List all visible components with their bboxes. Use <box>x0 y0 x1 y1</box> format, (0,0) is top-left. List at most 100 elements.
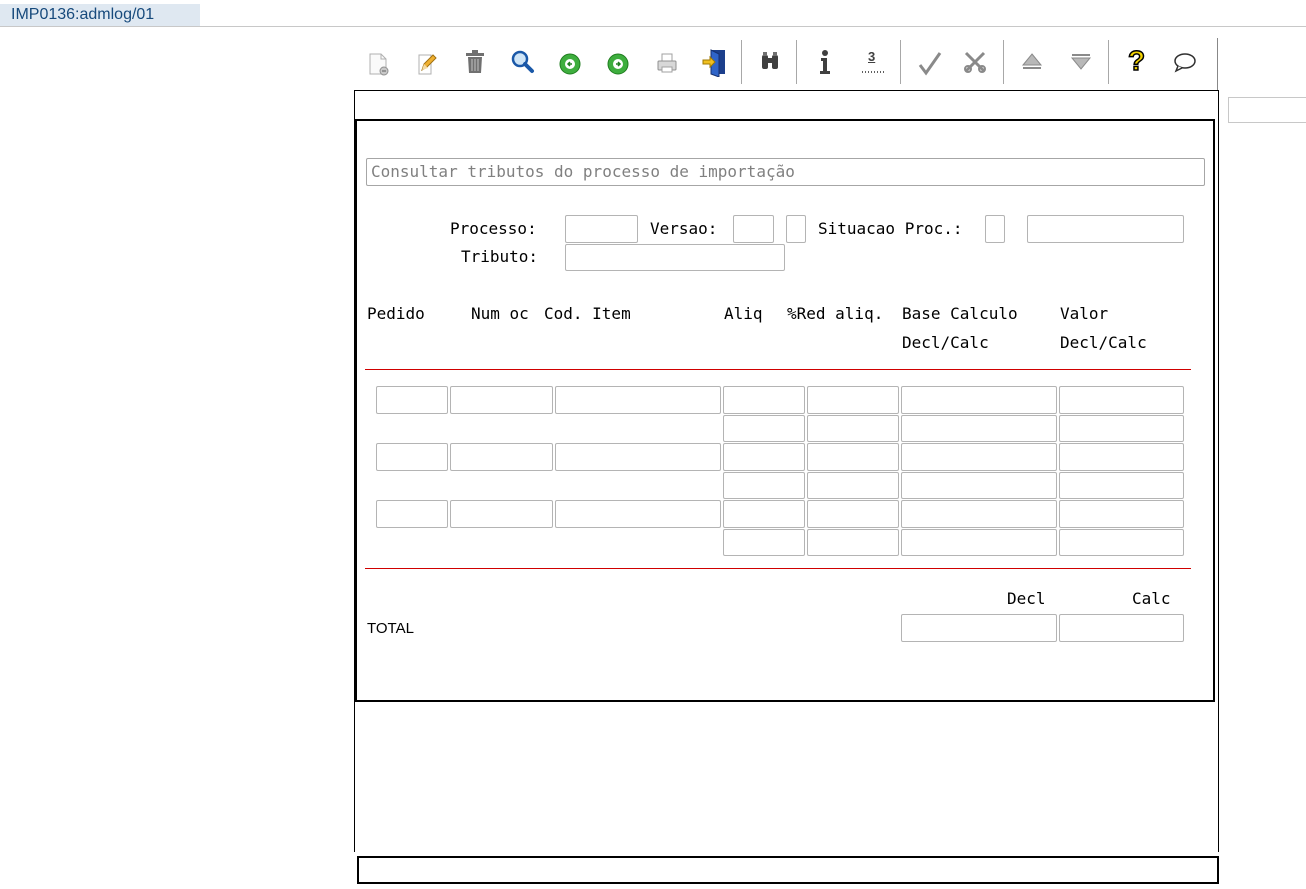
red-aliq-calc-cell[interactable] <box>807 415 899 442</box>
base-decl-cell[interactable] <box>901 443 1057 471</box>
tab-divider <box>0 26 1306 27</box>
toolbar-separator <box>900 40 902 84</box>
red-aliq-decl-cell[interactable] <box>807 386 899 414</box>
header-red-aliq: %Red aliq. <box>787 304 884 323</box>
header-num-oc: Num oc <box>471 304 529 323</box>
grid-top-separator <box>365 369 1191 370</box>
versao-label: Versao: <box>650 219 718 238</box>
pedido-cell[interactable] <box>376 386 448 414</box>
header-base-sub: Decl/Calc <box>902 333 989 352</box>
edit-icon <box>414 51 440 77</box>
valor-decl-cell[interactable] <box>1059 386 1184 414</box>
aliq-calc-cell[interactable] <box>723 472 805 499</box>
down-icon <box>1068 49 1094 75</box>
num-oc-cell[interactable] <box>450 386 553 414</box>
valor-calc-cell[interactable] <box>1059 415 1184 442</box>
help-button[interactable]: ? <box>1122 46 1152 76</box>
svg-text:?: ? <box>1128 46 1145 76</box>
cancel-button[interactable] <box>960 47 990 77</box>
trash-icon <box>462 48 488 76</box>
window-frame-right <box>1218 90 1219 852</box>
situacao-code-field[interactable] <box>985 215 1005 243</box>
tributo-field[interactable] <box>565 244 785 271</box>
valor-decl-cell[interactable] <box>1059 500 1184 528</box>
situacao-desc-field[interactable] <box>1027 215 1184 243</box>
header-valor-sub: Decl/Calc <box>1060 333 1147 352</box>
new-document-icon <box>365 51 391 77</box>
print-button[interactable] <box>652 48 682 78</box>
previous-button[interactable] <box>555 49 585 79</box>
search-icon <box>509 48 537 76</box>
red-aliq-calc-cell[interactable] <box>807 529 899 556</box>
find-button[interactable] <box>755 47 785 77</box>
comment-icon <box>1172 50 1198 76</box>
aliq-decl-cell[interactable] <box>723 386 805 414</box>
toolbar-edge <box>1217 38 1218 90</box>
base-decl-cell[interactable] <box>901 500 1057 528</box>
total-calc-label: Calc <box>1132 589 1171 608</box>
header-valor: Valor <box>1060 304 1109 323</box>
toolbar-separator <box>1003 40 1005 84</box>
header-base-calculo: Base Calculo <box>902 304 1018 323</box>
toolbar-separator <box>796 40 798 84</box>
list-icon: 3 <box>859 48 887 76</box>
total-decl-field[interactable] <box>901 614 1057 642</box>
toolbar-separator <box>741 40 743 84</box>
new-button[interactable] <box>363 49 393 79</box>
cod-item-cell[interactable] <box>555 500 721 528</box>
base-calc-cell[interactable] <box>901 472 1057 499</box>
print-icon <box>654 50 680 76</box>
versao-flag-field[interactable] <box>786 215 806 243</box>
grid-bottom-separator <box>365 568 1191 569</box>
info-button[interactable] <box>810 47 840 77</box>
aliq-calc-cell[interactable] <box>723 529 805 556</box>
confirm-button[interactable] <box>915 49 945 79</box>
aliq-decl-cell[interactable] <box>723 500 805 528</box>
checkmark-icon <box>916 50 944 78</box>
processo-field[interactable] <box>565 215 638 243</box>
red-aliq-calc-cell[interactable] <box>807 472 899 499</box>
form-title-field: Consultar tributos do processo de import… <box>366 158 1205 186</box>
num-oc-cell[interactable] <box>450 443 553 471</box>
valor-decl-cell[interactable] <box>1059 443 1184 471</box>
aliq-calc-cell[interactable] <box>723 415 805 442</box>
base-decl-cell[interactable] <box>901 386 1057 414</box>
pedido-cell[interactable] <box>376 443 448 471</box>
cod-item-cell[interactable] <box>555 386 721 414</box>
red-aliq-decl-cell[interactable] <box>807 443 899 471</box>
edit-button[interactable] <box>412 49 442 79</box>
red-aliq-decl-cell[interactable] <box>807 500 899 528</box>
num-oc-cell[interactable] <box>450 500 553 528</box>
next-icon <box>605 51 631 77</box>
help-icon: ? <box>1124 46 1150 76</box>
toolbar-separator <box>1108 40 1110 84</box>
header-aliq: Aliq <box>724 304 763 323</box>
valor-calc-cell[interactable] <box>1059 529 1184 556</box>
total-decl-label: Decl <box>1007 589 1046 608</box>
tributo-label: Tributo: <box>461 247 539 266</box>
aliq-decl-cell[interactable] <box>723 443 805 471</box>
valor-calc-cell[interactable] <box>1059 472 1184 499</box>
processo-label: Processo: <box>450 219 537 238</box>
cod-item-cell[interactable] <box>555 443 721 471</box>
versao-field[interactable] <box>733 215 774 243</box>
move-down-button[interactable] <box>1066 47 1096 77</box>
move-up-button[interactable] <box>1017 47 1047 77</box>
program-tab[interactable]: IMP0136:admlog/01 <box>0 4 200 26</box>
search-button[interactable] <box>508 47 538 77</box>
delete-button[interactable] <box>460 47 490 77</box>
status-bar <box>357 856 1219 884</box>
exit-button[interactable] <box>700 47 730 77</box>
list-button[interactable]: 3 <box>858 47 888 77</box>
next-button[interactable] <box>603 49 633 79</box>
base-calc-cell[interactable] <box>901 415 1057 442</box>
info-icon <box>812 48 838 76</box>
base-calc-cell[interactable] <box>901 529 1057 556</box>
pedido-cell[interactable] <box>376 500 448 528</box>
binoculars-icon <box>757 49 783 75</box>
exit-icon <box>701 47 729 77</box>
comment-button[interactable] <box>1170 48 1200 78</box>
window-frame-top <box>354 90 1219 91</box>
total-calc-field[interactable] <box>1059 614 1184 642</box>
side-field[interactable] <box>1228 97 1306 123</box>
